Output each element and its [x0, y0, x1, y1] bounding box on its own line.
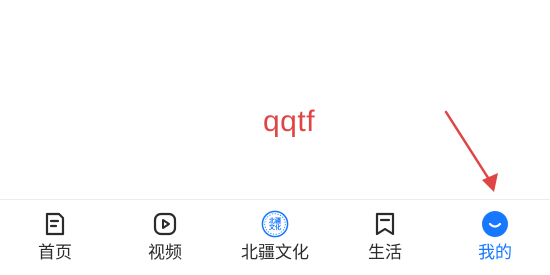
tab-beijiang-culture[interactable]: 北疆 文化 北疆文化 — [220, 200, 330, 275]
tab-life[interactable]: 生活 — [330, 200, 440, 275]
tab-label: 北疆文化 — [241, 243, 309, 263]
bottom-tab-bar: 首页 视频 北疆 文化 北疆文化 生活 我的 — [0, 199, 550, 275]
tab-mine[interactable]: 我的 — [440, 200, 550, 275]
video-play-icon — [151, 210, 179, 238]
tab-video[interactable]: 视频 — [110, 200, 220, 275]
document-icon — [41, 210, 69, 238]
tab-label: 视频 — [148, 243, 182, 263]
red-arrow-icon — [444, 110, 498, 192]
logo-text-bottom: 文化 — [268, 224, 281, 232]
tab-label: 我的 — [478, 243, 512, 263]
app-screen: qqtf 首页 视频 北疆 文化 北疆文化 生活 我的 — [0, 0, 550, 275]
beijiang-culture-logo-icon: 北疆 文化 — [261, 210, 289, 238]
annotation-text: qqtf — [263, 105, 316, 138]
tab-label: 首页 — [38, 243, 72, 263]
profile-smile-icon — [481, 210, 509, 238]
tab-label: 生活 — [368, 243, 402, 263]
bookmark-icon — [371, 210, 399, 238]
tab-home[interactable]: 首页 — [0, 200, 110, 275]
